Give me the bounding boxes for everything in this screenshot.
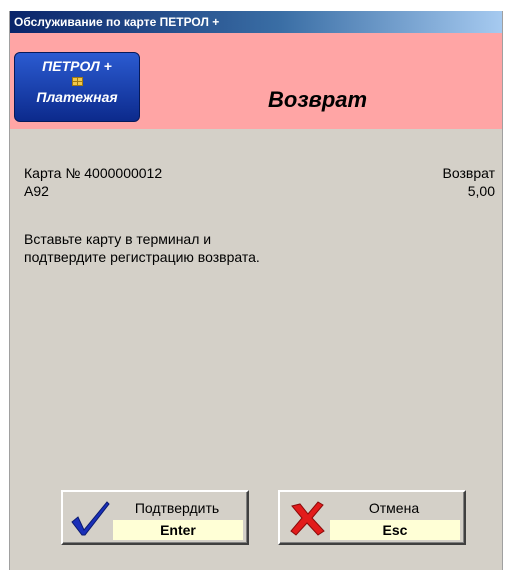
window-title[interactable]: Обслуживание по карте ПЕТРОЛ + [10,11,502,33]
chip-icon [71,77,83,86]
dialog-content: Карта № 4000000012 А92 Возврат 5,00 Вста… [10,129,502,570]
instruction-line2: подтвердите регистрацию возврата. [24,249,260,265]
confirm-label: Подтвердить [134,500,220,516]
petrol-logo: ПЕТРОЛ + Платежная [14,52,140,122]
card-number-label: Карта № 4000000012 [24,165,163,181]
operation-type: Возврат [442,165,496,181]
instruction-line1: Вставьте карту в терминал и [24,231,212,247]
operation-title: Возврат [268,87,368,112]
confirm-button[interactable]: Подтвердить Enter [61,490,249,545]
cancel-button[interactable]: Отмена Esc [278,490,466,545]
cross-icon [286,498,328,541]
dialog-window: Обслуживание по карте ПЕТРОЛ + ПЕТРОЛ + … [9,11,503,570]
confirm-hotkey: Enter [113,520,243,540]
header-banner: ПЕТРОЛ + Платежная Возврат [10,33,502,129]
refund-amount: 5,00 [467,183,495,199]
fuel-code: А92 [24,183,49,199]
checkmark-icon [69,498,111,541]
cancel-hotkey: Esc [330,520,460,540]
cancel-label: Отмена [368,500,420,516]
logo-line1: ПЕТРОЛ + [42,58,112,74]
logo-line2: Платежная [36,89,118,105]
